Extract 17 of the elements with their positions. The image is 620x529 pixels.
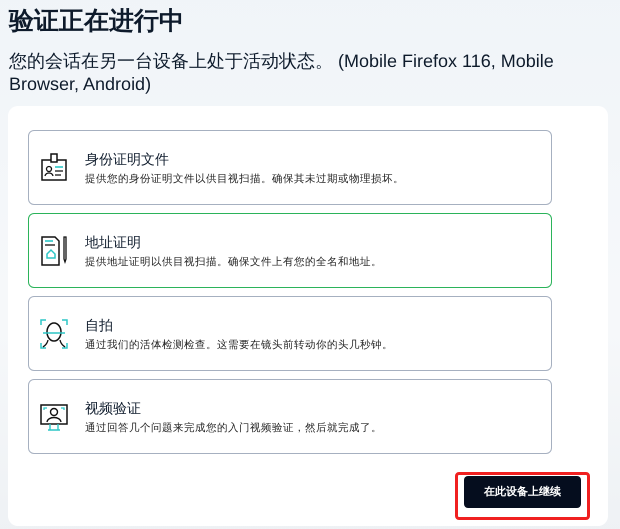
verification-option[interactable]: 视频验证 通过回答几个问题来完成您的入门视频验证，然后就完成了。: [28, 379, 552, 454]
option-title: 身份证明文件: [85, 150, 170, 168]
face-scan-icon: [39, 316, 69, 350]
option-title: 地址证明: [85, 232, 142, 250]
option-title: 视频验证: [85, 398, 142, 416]
session-message: 您的会话在另一台设备上处于活动状态。 (Mobile Firefox 116, Mobile Browser, Android): [9, 50, 555, 96]
verification-option[interactable]: 地址证明 提供地址证明以供目视扫描。确保文件上有您的全名和地址。: [28, 213, 552, 288]
verification-option[interactable]: 自拍 通过我们的活体检测检查。这需要在镜头前转动你的头几秒钟。: [28, 296, 552, 371]
option-description: 提供您的身份证明文件以供目视扫描。确保其未过期或物理损坏。: [85, 172, 404, 186]
option-description: 通过我们的活体检测检查。这需要在镜头前转动你的头几秒钟。: [85, 338, 393, 352]
page-title: 验证正在进行中: [9, 6, 185, 37]
option-description: 提供地址证明以供目视扫描。确保文件上有您的全名和地址。: [85, 254, 382, 268]
option-title: 自拍: [85, 316, 114, 334]
verification-option[interactable]: 身份证明文件 提供您的身份证明文件以供目视扫描。确保其未过期或物理损坏。: [28, 130, 552, 205]
document-icon: [39, 234, 69, 268]
option-description: 通过回答几个问题来完成您的入门视频验证，然后就完成了。: [85, 420, 382, 434]
continue-button[interactable]: 在此设备上继续: [464, 476, 581, 508]
